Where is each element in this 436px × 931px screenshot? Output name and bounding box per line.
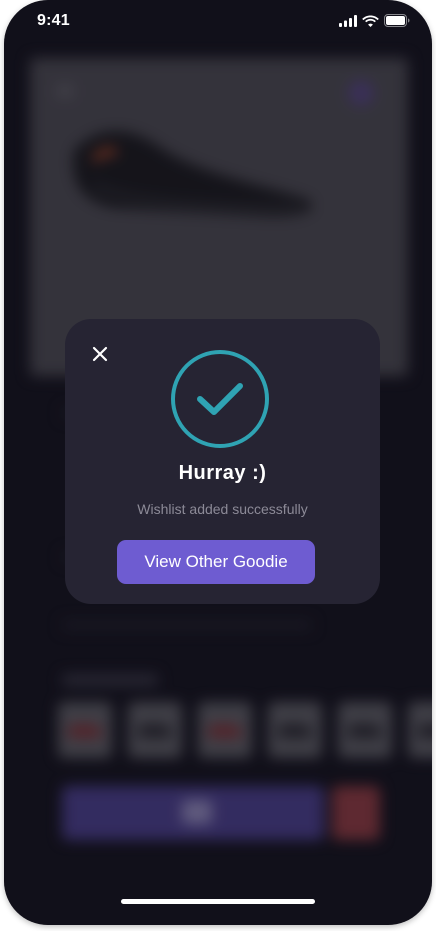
modal-title: Hurray :) [178, 462, 267, 484]
wishlist-success-modal: Hurray :) Wishlist added successfully Vi… [65, 319, 380, 604]
checkmark-circle-icon [171, 350, 269, 448]
status-bar: 9:41 [4, 0, 432, 44]
status-time: 9:41 [37, 12, 70, 29]
view-other-goodie-button[interactable]: View Other Goodie [117, 540, 315, 584]
cellular-signal-icon [339, 14, 357, 27]
close-button[interactable] [89, 343, 111, 365]
phone-screen: 9:41 Hurray:) Wishlist added successful… [4, 0, 432, 925]
modal-subtitle: Wishlist added successfully [137, 501, 308, 517]
wifi-icon [362, 15, 379, 27]
battery-icon [384, 14, 410, 27]
home-indicator[interactable] [121, 899, 315, 904]
status-icons [339, 14, 410, 27]
close-icon [92, 346, 108, 362]
